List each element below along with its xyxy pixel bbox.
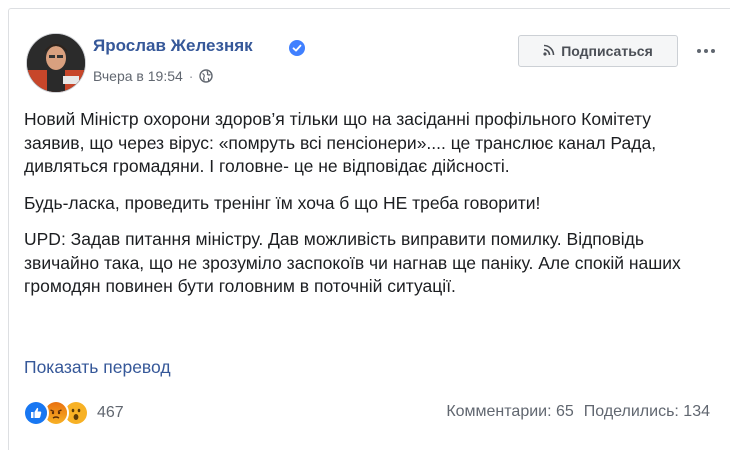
post-paragraph: UPD: Задав питання міністру. Дав можливі… [24, 229, 681, 296]
meta-separator: · [188, 68, 194, 84]
reactions-summary[interactable]: 467 [23, 400, 124, 426]
rss-icon [543, 43, 555, 59]
post-timestamp[interactable]: Вчера в 19:54 [93, 68, 183, 84]
shares-count-link[interactable]: Поделились: 134 [584, 403, 710, 421]
globe-icon[interactable] [199, 69, 214, 83]
subscribe-button[interactable]: Подписаться [518, 35, 678, 67]
author-name[interactable]: Ярослав Железняк [93, 36, 253, 56]
post-meta: Вчера в 19:54 · [93, 68, 214, 84]
author-avatar[interactable] [26, 33, 86, 93]
post-paragraph: Новий Міністр охорони здоров’я тільки що… [24, 109, 657, 176]
comments-count-link[interactable]: Комментарии: 65 [446, 403, 573, 421]
post-stats: Комментарии: 65 Поделились: 134 [446, 403, 710, 421]
more-dots-icon[interactable] [694, 40, 718, 62]
post-body: Новий Міністр охорони здоров’я тільки що… [24, 108, 714, 312]
post-paragraph: Будь-ласка, проведить тренінг їм хоча б … [24, 192, 541, 213]
reaction-count: 467 [97, 404, 124, 421]
show-translation-link[interactable]: Показать перевод [24, 357, 171, 378]
verified-badge-icon [289, 40, 305, 56]
avatar-image [27, 34, 85, 92]
like-reaction-icon [23, 400, 49, 426]
subscribe-label: Подписаться [561, 43, 653, 59]
